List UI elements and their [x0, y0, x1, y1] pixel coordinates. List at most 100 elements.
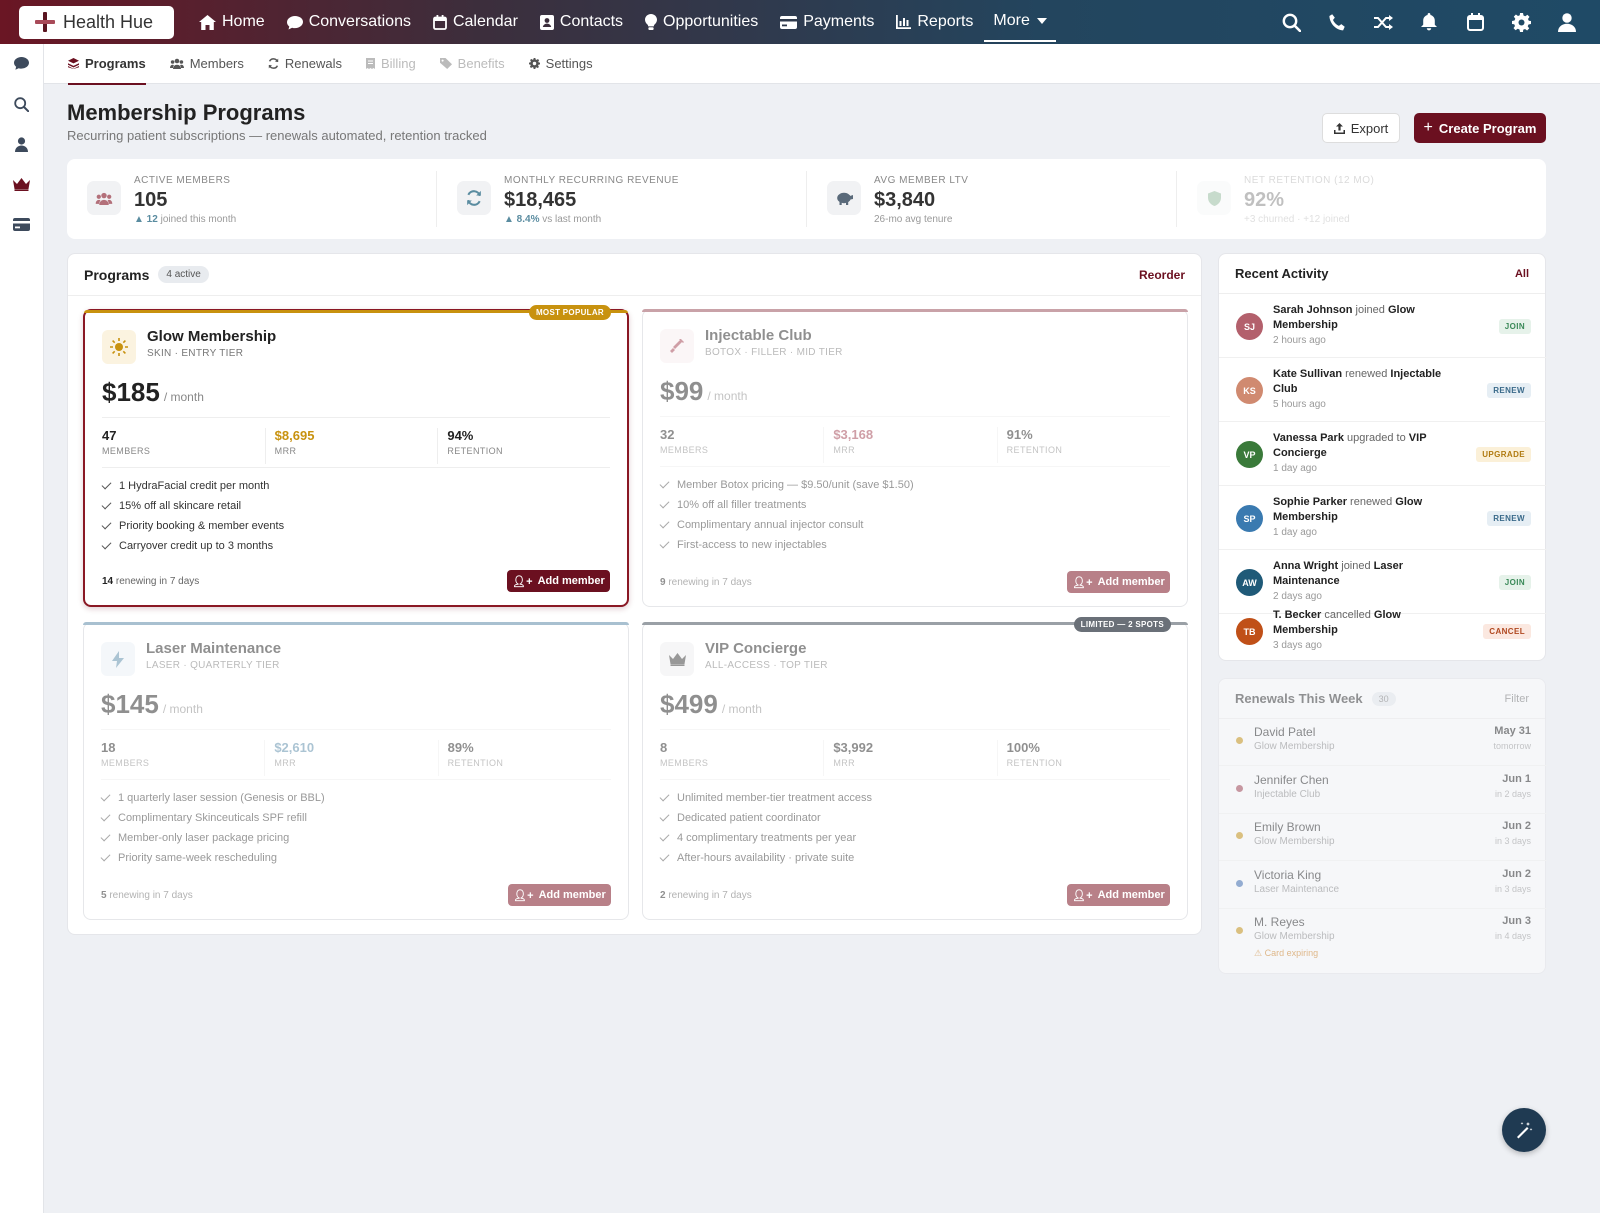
- sun-icon: [102, 330, 136, 364]
- program-color-dot: [1236, 784, 1243, 792]
- activity-item[interactable]: TB T. Becker cancelled Glow Membership 3 d…: [1219, 599, 1547, 661]
- nav-conversations[interactable]: Conversations: [276, 0, 422, 44]
- add-member-button[interactable]: 👤︎+ Add member: [508, 884, 611, 906]
- refresh-icon: [457, 181, 491, 215]
- add-member-button[interactable]: 👤︎+ Add member: [1067, 884, 1170, 906]
- renewal-date: Jun 2: [1502, 867, 1531, 880]
- status-badge: UPGRADE: [1476, 447, 1531, 462]
- nav-calendar[interactable]: Calendar: [422, 0, 529, 44]
- program-price: $185/ month: [102, 377, 204, 407]
- program-color-dot: [1236, 737, 1243, 744]
- magic-wand-icon: [1517, 1122, 1533, 1139]
- create-program-button[interactable]: + Create Program: [1414, 113, 1546, 143]
- program-name: Laser Maintenance: [146, 640, 282, 657]
- feature-item: Priority booking & member events: [101, 516, 284, 536]
- users-icon: [169, 58, 184, 69]
- nav-payments[interactable]: Payments: [769, 0, 885, 44]
- shield-icon: [1197, 181, 1231, 215]
- kpi-value: $3,840: [874, 189, 936, 211]
- renewal-item[interactable]: Emily Brown Glow Membership Jun 2 in 3 days: [1219, 814, 1547, 861]
- check-icon: [659, 791, 670, 802]
- renewal-item[interactable]: Victoria King Laser Maintenance Jun 2 in 3 …: [1219, 862, 1547, 909]
- program-features: Unlimited member-tier treatment access D…: [659, 788, 872, 868]
- user-avatar-icon[interactable]: [1544, 0, 1590, 44]
- check-icon: [659, 538, 670, 549]
- member-program: Glow Membership: [1254, 741, 1335, 752]
- kpi-value: $18,465: [504, 189, 577, 211]
- nav-contacts[interactable]: Contacts: [529, 0, 634, 44]
- brand-mark-icon: [33, 10, 57, 34]
- renewal-item[interactable]: Jennifer Chen Injectable Club Jun 1 in 2 da…: [1219, 767, 1547, 814]
- program-stats: 32 MEMBERS $3,168 MRR 91% RETENTION: [660, 427, 1170, 463]
- activity-item[interactable]: SJ Sarah Johnson joined Glow Membership 2 …: [1219, 294, 1547, 358]
- nav-opportunities[interactable]: Opportunities: [634, 0, 769, 44]
- export-button[interactable]: Export: [1322, 113, 1400, 143]
- tab-billing[interactable]: Billing: [365, 44, 416, 84]
- phone-icon[interactable]: [1314, 0, 1360, 44]
- nav-more[interactable]: More: [984, 2, 1056, 42]
- activity-time: 3 days ago: [1273, 640, 1322, 651]
- activity-item[interactable]: KS Kate Sullivan renewed Injectable Club 5…: [1219, 358, 1547, 422]
- filter-link[interactable]: Filter: [1505, 693, 1529, 705]
- sidebar-contacts[interactable]: [0, 124, 43, 164]
- renewal-item[interactable]: M. Reyes Glow Membership Jun 3 in 4 days ⚠ C…: [1219, 909, 1547, 971]
- feature-item: 1 quarterly laser session (Genesis or BB…: [100, 788, 325, 808]
- sidebar-memberships[interactable]: [0, 164, 43, 204]
- program-features: Member Botox pricing — $9.50/unit (save …: [659, 475, 914, 555]
- tab-benefits[interactable]: Benefits: [439, 44, 505, 84]
- program-color-dot: [1236, 879, 1243, 887]
- program-card-vip[interactable]: LIMITED — 2 SPOTS VIP Concierge ALL-ACCE…: [642, 617, 1188, 920]
- shuffle-icon[interactable]: [1360, 0, 1406, 44]
- renewal-date: Jun 1: [1502, 772, 1531, 785]
- credit-card-icon: [13, 217, 30, 231]
- feature-item: 15% off all skincare retail: [101, 496, 284, 516]
- activity-header: Recent Activity All: [1219, 254, 1545, 294]
- lightbulb-icon: [645, 14, 658, 30]
- gear-icon[interactable]: [1498, 0, 1544, 44]
- program-card-glow[interactable]: MOST POPULAR Glow Membership SKIN · ENTR…: [83, 305, 629, 607]
- add-member-button[interactable]: 👤︎+ Add member: [507, 570, 610, 592]
- check-icon: [101, 499, 112, 510]
- users-icon: [87, 181, 121, 215]
- feature-item: Member Botox pricing — $9.50/unit (save …: [659, 475, 914, 495]
- program-card-laser[interactable]: Laser Maintenance LASER · QUARTERLY TIER…: [83, 622, 629, 920]
- check-icon: [659, 478, 670, 489]
- avatar: VP: [1236, 441, 1263, 468]
- program-card-injectable[interactable]: Injectable Club BOTOX · FILLER · MID TIE…: [642, 309, 1188, 607]
- program-price: $499/ month: [660, 689, 762, 719]
- activity-time: 1 day ago: [1273, 463, 1317, 474]
- program-name: Injectable Club: [705, 327, 812, 344]
- renewals-header: Renewals This Week 30 Filter: [1219, 679, 1545, 719]
- nav-home[interactable]: Home: [188, 0, 276, 44]
- search-icon[interactable]: [1268, 0, 1314, 44]
- plus-icon: +: [1423, 119, 1433, 136]
- tab-members[interactable]: Members: [169, 44, 244, 84]
- tab-settings[interactable]: Settings: [528, 44, 593, 84]
- check-icon: [100, 851, 111, 862]
- activity-item[interactable]: SP Sophie Parker renewed Glow Membership 1…: [1219, 486, 1547, 550]
- renewals-count-badge: 30: [1371, 691, 1396, 706]
- tab-renewals[interactable]: Renewals: [268, 44, 342, 84]
- top-right-actions: [1268, 0, 1590, 44]
- bell-icon[interactable]: [1406, 0, 1452, 44]
- bar-chart-icon: [896, 15, 912, 29]
- tab-programs[interactable]: Programs: [68, 44, 146, 85]
- calendar-icon[interactable]: [1452, 0, 1498, 44]
- feature-item: Priority same-week rescheduling: [100, 848, 325, 868]
- renewal-item[interactable]: David Patel Glow Membership May 31 tomorrow: [1219, 719, 1547, 766]
- add-member-button[interactable]: 👤︎+ Add member: [1067, 571, 1170, 593]
- view-all-link[interactable]: All: [1515, 268, 1529, 280]
- magic-wand-fab[interactable]: [1502, 1108, 1546, 1152]
- brand-logo[interactable]: Health Hue: [19, 5, 174, 39]
- sidebar-payments[interactable]: [0, 204, 43, 244]
- sidebar-search[interactable]: [0, 84, 43, 124]
- activity-item[interactable]: VP Vanessa Park upgraded to VIP Concierge…: [1219, 422, 1547, 486]
- status-badge: CANCEL: [1483, 624, 1531, 639]
- avatar: KS: [1236, 377, 1263, 404]
- user-icon: [15, 136, 28, 152]
- feature-item: Complimentary Skinceuticals SPF refill: [100, 808, 325, 828]
- nav-reports[interactable]: Reports: [885, 0, 984, 44]
- sidebar-chat[interactable]: [0, 44, 43, 84]
- page-title: Membership Programs: [67, 100, 306, 125]
- reorder-link[interactable]: Reorder: [1139, 268, 1185, 282]
